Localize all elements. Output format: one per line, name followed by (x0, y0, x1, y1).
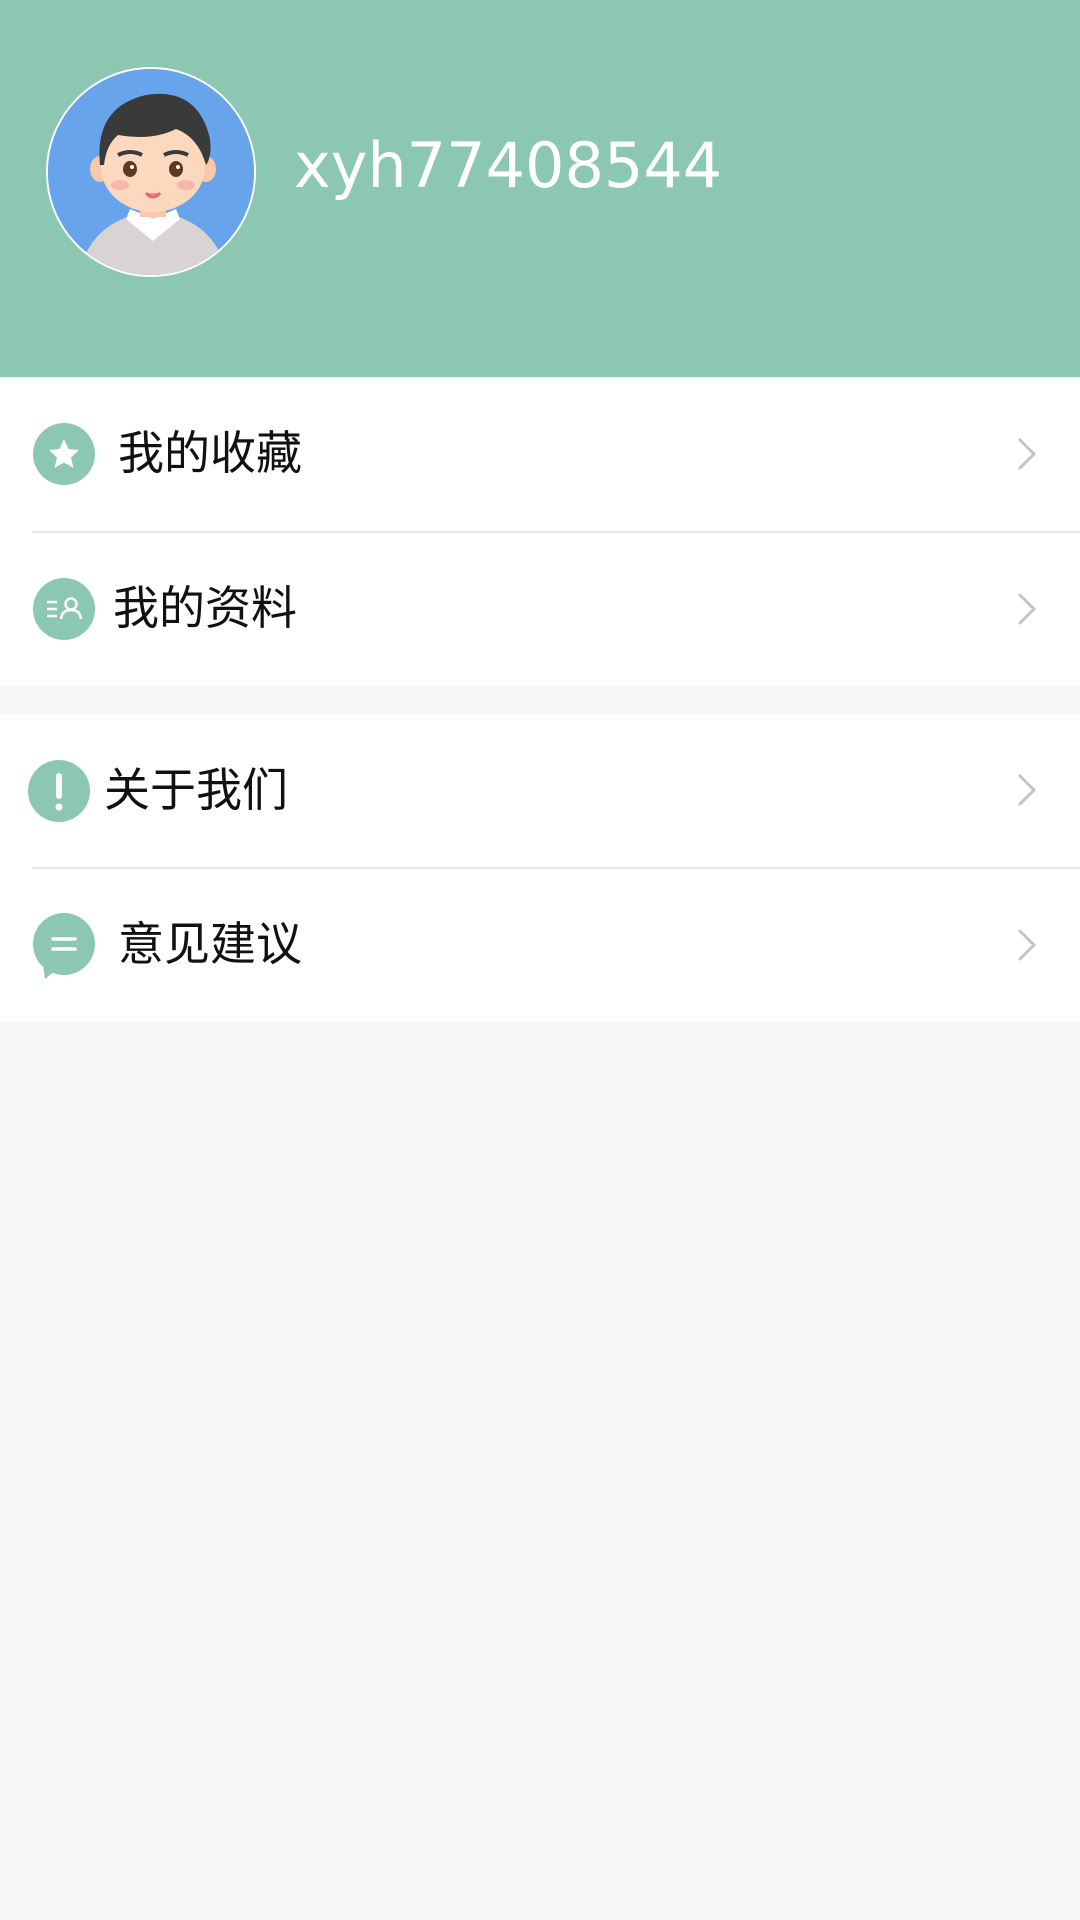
avatar[interactable] (46, 67, 256, 277)
chevron-right-icon (1018, 929, 1036, 961)
menu-label-feedback: 意见建议 (118, 917, 302, 971)
menu-item-favorites[interactable]: 我的收藏 (0, 378, 1080, 533)
menu-item-about-us[interactable]: 关于我们 (0, 714, 1080, 869)
star-icon (33, 423, 95, 485)
chat-bubble-icon (33, 913, 95, 979)
profile-header: xyh77408544 (0, 0, 1080, 377)
menu-group-primary: 我的收藏 我的资料 (0, 378, 1080, 686)
exclamation-icon (28, 760, 90, 822)
user-avatar-icon (48, 69, 254, 275)
menu-group-secondary: 关于我们 意见建议 (0, 714, 1080, 1022)
menu-label-about-us: 关于我们 (104, 763, 288, 817)
menu-item-feedback[interactable]: 意见建议 (0, 869, 1080, 1022)
username: xyh77408544 (294, 129, 723, 202)
menu-item-profile[interactable]: 我的资料 (0, 533, 1080, 686)
chevron-right-icon (1018, 774, 1036, 806)
menu-label-favorites: 我的收藏 (118, 426, 302, 480)
menu-label-profile: 我的资料 (113, 581, 297, 635)
profile-card-icon (33, 578, 95, 640)
chevron-right-icon (1018, 438, 1036, 470)
chevron-right-icon (1018, 593, 1036, 625)
